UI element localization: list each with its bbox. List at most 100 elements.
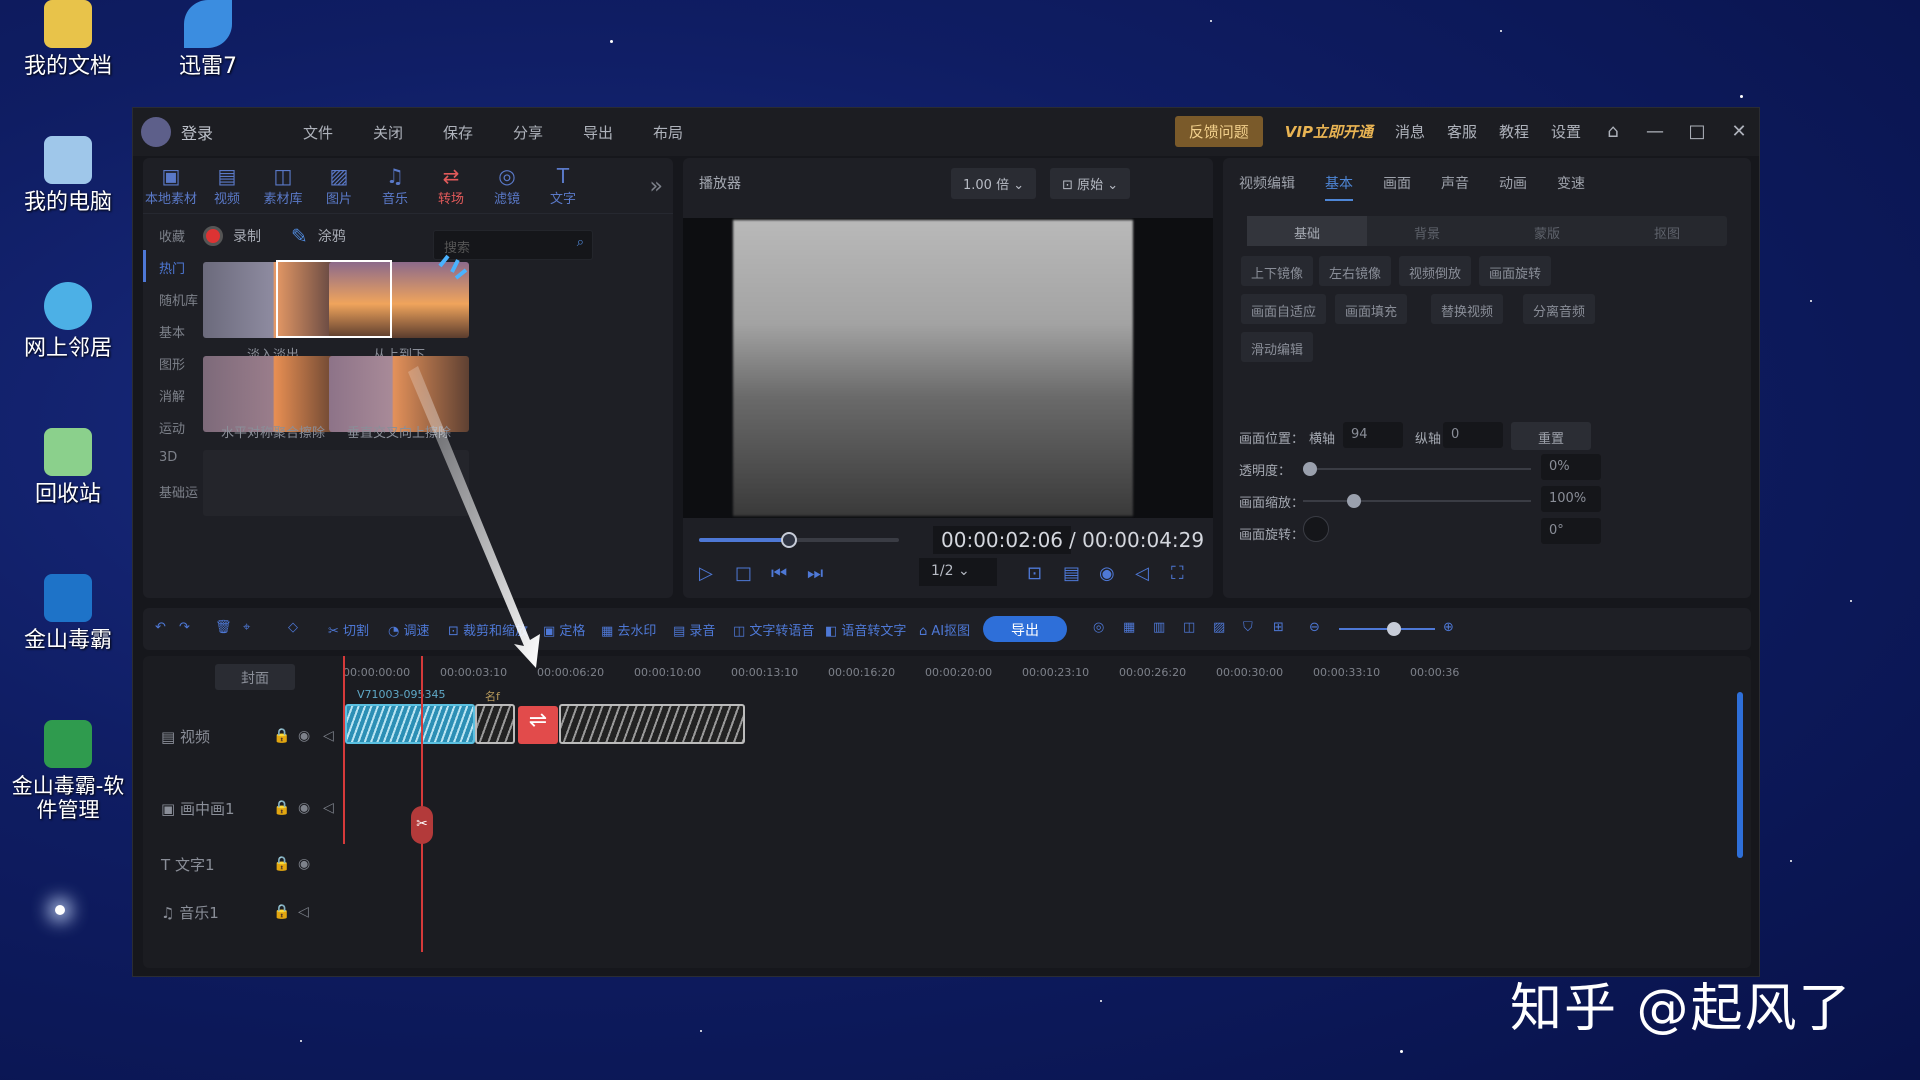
auto-fit-button[interactable]: 画面自适应 bbox=[1241, 294, 1327, 324]
tab-transition[interactable]: ⇄ 转场 bbox=[423, 164, 479, 213]
lock-icon[interactable]: 🔒 bbox=[273, 904, 290, 920]
record-audio-tool[interactable]: ▤ 录音 bbox=[673, 620, 715, 639]
speaker-icon[interactable]: ◁ bbox=[323, 728, 334, 744]
opacity-slider[interactable] bbox=[1303, 462, 1531, 476]
video-clip[interactable] bbox=[345, 704, 475, 744]
transition-marker-icon[interactable]: ⇌ bbox=[518, 706, 558, 744]
select-icon[interactable]: ⌖ bbox=[243, 620, 250, 635]
desktop-icon-network[interactable]: 网上邻居 bbox=[8, 282, 128, 362]
current-time[interactable]: 00:00:02:06 bbox=[933, 526, 1072, 554]
split-audio-button[interactable]: 分离音频 bbox=[1523, 294, 1596, 324]
lock-icon[interactable]: 🔒 bbox=[273, 728, 290, 744]
camera-icon[interactable]: ◉ bbox=[1099, 563, 1115, 584]
freeze-tool[interactable]: ▣ 定格 bbox=[543, 620, 585, 639]
reset-button[interactable]: 重置 bbox=[1511, 422, 1591, 450]
record-label[interactable]: 录制 bbox=[233, 226, 261, 246]
messages-link[interactable]: 消息 bbox=[1395, 121, 1425, 142]
subtab-mask[interactable]: 蒙版 bbox=[1487, 216, 1607, 246]
tab-local-media[interactable]: ▣ 本地素材 bbox=[143, 164, 199, 213]
menu-save[interactable]: 保存 bbox=[423, 122, 493, 143]
record-icon[interactable] bbox=[203, 226, 223, 246]
crop-tool[interactable]: ⊡ 裁剪和缩放 bbox=[448, 620, 528, 639]
merge-tool-icon[interactable]: ◫ bbox=[1183, 620, 1195, 635]
replace-video-button[interactable]: 替换视频 bbox=[1431, 294, 1504, 324]
flip-horizontal-button[interactable]: 左右镜像 bbox=[1319, 256, 1392, 286]
tab-video[interactable]: ▤ 视频 bbox=[199, 164, 255, 213]
graffiti-label[interactable]: 涂鸦 bbox=[318, 226, 346, 246]
video-clip-2[interactable] bbox=[559, 704, 745, 744]
close-icon[interactable]: ✕ bbox=[1729, 121, 1749, 142]
subtab-matting[interactable]: 抠图 bbox=[1607, 216, 1727, 246]
y-axis-input[interactable]: 0 bbox=[1443, 422, 1503, 448]
search-input[interactable]: 搜索 ⌕ bbox=[433, 230, 593, 260]
reverse-video-button[interactable]: 视频倒放 bbox=[1399, 256, 1472, 286]
tab-picture[interactable]: 画面 bbox=[1383, 173, 1411, 193]
speed-tool[interactable]: ◔ 调速 bbox=[388, 620, 430, 639]
menu-file[interactable]: 文件 bbox=[283, 122, 353, 143]
eye-icon[interactable]: ◉ bbox=[298, 800, 310, 816]
prev-frame-icon[interactable]: ⏮ bbox=[771, 563, 787, 584]
scale-slider[interactable] bbox=[1303, 494, 1531, 508]
menu-share[interactable]: 分享 bbox=[493, 122, 563, 143]
transition-thumb-horizontal-wipe[interactable] bbox=[203, 356, 343, 432]
scale-knob[interactable] bbox=[1347, 494, 1361, 508]
volume-icon[interactable]: ◁ bbox=[1135, 563, 1149, 584]
slide-edit-button[interactable]: 滑动编辑 bbox=[1241, 332, 1314, 362]
opacity-input[interactable]: 0% bbox=[1541, 454, 1601, 480]
category-dissolve[interactable]: 消解 bbox=[143, 378, 199, 410]
tab-sound[interactable]: 声音 bbox=[1441, 173, 1469, 193]
audio-tool-icon[interactable]: ◎ bbox=[1093, 620, 1104, 635]
export-button[interactable]: 导出 bbox=[983, 616, 1067, 642]
playback-slider[interactable] bbox=[699, 532, 899, 548]
search-icon[interactable]: ⌕ bbox=[577, 235, 584, 250]
mosaic-tool-icon[interactable]: ▨ bbox=[1213, 620, 1225, 635]
zoom-out-icon[interactable]: ⊖ bbox=[1309, 620, 1320, 635]
desktop-icon-my-computer[interactable]: 我的电脑 bbox=[8, 136, 128, 216]
transition-thumb-placeholder[interactable] bbox=[329, 450, 469, 516]
category-motion[interactable]: 运动 bbox=[143, 410, 199, 442]
speaker-icon[interactable]: ◁ bbox=[323, 800, 334, 816]
stop-icon[interactable]: □ bbox=[735, 563, 752, 584]
vip-link[interactable]: VIP立即开通 bbox=[1285, 121, 1373, 142]
tab-filter[interactable]: ◎ 滤镜 bbox=[479, 164, 535, 213]
cover-button[interactable]: 封面 bbox=[215, 664, 295, 690]
menu-close[interactable]: 关闭 bbox=[353, 122, 423, 143]
cut-tool[interactable]: ✂ 切割 bbox=[328, 620, 369, 639]
login-link[interactable]: 登录 bbox=[181, 120, 213, 144]
next-frame-icon[interactable]: ⏭ bbox=[807, 563, 823, 584]
playhead[interactable] bbox=[421, 656, 423, 952]
desktop-icon-kingsoft-software[interactable]: 金山毒霸-软件管理 bbox=[8, 720, 128, 822]
desktop-icon-recycle-bin[interactable]: 回收站 bbox=[8, 428, 128, 508]
shield-tool-icon[interactable]: ⛉ bbox=[1243, 620, 1253, 635]
category-basic[interactable]: 基本 bbox=[143, 314, 199, 346]
ai-matting-tool[interactable]: ⌂ AI抠图 bbox=[919, 620, 970, 639]
timeline-scrollbar[interactable] bbox=[1737, 692, 1743, 858]
rotation-input[interactable]: 0° bbox=[1541, 518, 1601, 544]
eye-icon[interactable]: ◉ bbox=[298, 728, 310, 744]
subtab-basic[interactable]: 基础 bbox=[1247, 216, 1367, 246]
rotation-dial[interactable] bbox=[1303, 516, 1329, 542]
zoom-slider[interactable] bbox=[1339, 622, 1435, 636]
zoom-in-icon[interactable]: ⊕ bbox=[1443, 620, 1454, 635]
x-axis-input[interactable]: 94 bbox=[1343, 422, 1403, 448]
minimize-icon[interactable]: — bbox=[1645, 121, 1665, 142]
stt-tool[interactable]: ◧ 语音转文字 bbox=[825, 620, 906, 639]
support-link[interactable]: 客服 bbox=[1447, 121, 1477, 142]
category-random[interactable]: 随机库 bbox=[143, 282, 199, 314]
desktop-icon-xunlei[interactable]: 迅雷7 bbox=[148, 0, 268, 80]
tab-music[interactable]: ♫ 音乐 bbox=[367, 164, 423, 213]
category-3d[interactable]: 3D bbox=[143, 442, 199, 474]
transition-thumb-placeholder[interactable] bbox=[203, 450, 343, 516]
speaker-icon[interactable]: ◁ bbox=[298, 904, 309, 920]
category-basic-motion[interactable]: 基础运 bbox=[143, 474, 199, 506]
flip-vertical-button[interactable]: 上下镜像 bbox=[1241, 256, 1314, 286]
lock-icon[interactable]: 🔒 bbox=[273, 856, 290, 872]
maximize-icon[interactable]: □ bbox=[1687, 121, 1707, 142]
focus-icon[interactable]: ⊡ bbox=[1027, 563, 1042, 584]
fill-button[interactable]: 画面填充 bbox=[1335, 294, 1408, 324]
tab-basic[interactable]: 基本 bbox=[1325, 173, 1353, 201]
transition-thumb-vertical-wipe[interactable] bbox=[329, 356, 469, 432]
settings-link[interactable]: 设置 bbox=[1551, 121, 1581, 142]
subtab-background[interactable]: 背景 bbox=[1367, 216, 1487, 246]
tab-image[interactable]: ▨ 图片 bbox=[311, 164, 367, 213]
